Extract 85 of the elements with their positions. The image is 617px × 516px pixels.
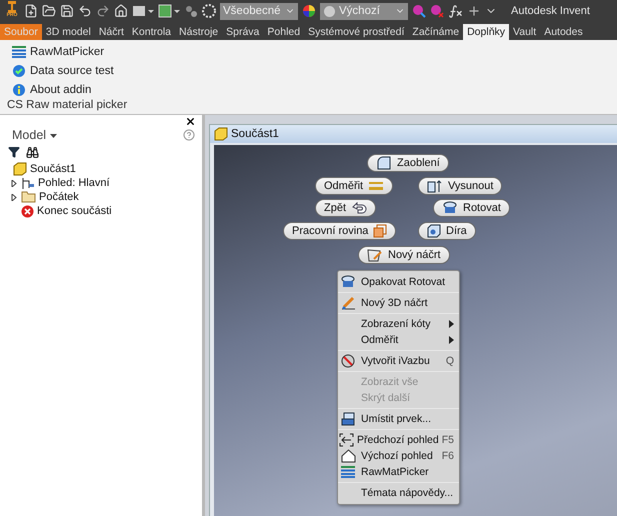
revolve-icon [442, 201, 458, 215]
ribbon-command[interactable]: Data source test [12, 62, 114, 80]
undo-icon [351, 202, 368, 214]
previous-view-icon [338, 433, 354, 447]
table-icon[interactable] [158, 4, 180, 18]
new-file-icon[interactable] [24, 4, 38, 18]
sphere-icon [323, 4, 336, 18]
appearance-icon[interactable] [412, 4, 426, 18]
window-icon[interactable] [132, 4, 154, 18]
info-icon [12, 82, 26, 97]
tree-item[interactable]: Pohled: Hlavní [38, 177, 110, 189]
tab[interactable]: Systémové prostředí [304, 24, 408, 40]
menu-item[interactable]: Zobrazení kóty [338, 316, 459, 332]
plus-icon[interactable] [467, 4, 481, 18]
menu-item[interactable]: Vytvořit iVazbu Q [338, 353, 459, 369]
component-icon[interactable] [184, 4, 198, 18]
tab[interactable]: Nástroje [175, 24, 222, 40]
fillet-icon [376, 156, 392, 170]
open-folder-icon[interactable] [42, 4, 56, 18]
menu-item[interactable]: RawMatPicker [338, 464, 459, 480]
clear-appearance-icon[interactable] [430, 4, 444, 18]
tab[interactable]: Začínáme [408, 24, 464, 40]
ribbon-command[interactable]: RawMatPicker [12, 43, 104, 62]
marking-menu-button[interactable]: Odměřit [315, 177, 394, 195]
menu-item[interactable]: Nový 3D náčrt [338, 295, 459, 311]
extrude-icon [427, 179, 443, 193]
tab[interactable]: Doplňky [463, 24, 510, 40]
folder-icon [21, 191, 36, 203]
collapsed-arrow-icon[interactable] [11, 194, 17, 200]
marking-menu-button[interactable]: Nový náčrt [358, 246, 450, 264]
pencil-icon [340, 296, 356, 310]
material-icon[interactable] [202, 4, 216, 18]
home-icon[interactable] [114, 4, 128, 18]
sketch-icon [367, 248, 383, 262]
constraint-icon [341, 354, 355, 368]
collapsed-arrow-icon[interactable] [11, 180, 17, 186]
ruler-icon [368, 181, 384, 191]
menu-item[interactable]: Témata nápovědy... [338, 485, 459, 501]
hole-icon [427, 224, 441, 238]
marking-menu-button[interactable]: Zpět [315, 199, 376, 217]
tab[interactable]: 3D model [42, 24, 95, 40]
color-wheel-icon[interactable] [302, 4, 316, 18]
close-icon[interactable] [185, 116, 196, 127]
marking-menu-button[interactable]: Díra [418, 222, 476, 240]
error-icon [21, 204, 34, 218]
plane-icon [373, 224, 388, 238]
caret-icon [50, 134, 57, 139]
menu-item[interactable]: Opakovat Rotovat [338, 274, 459, 290]
browser-title[interactable]: Model [12, 128, 57, 142]
tree-item[interactable]: Počátek [39, 191, 79, 203]
menu-item[interactable]: Odměřit [338, 332, 459, 348]
view-icon [21, 176, 35, 190]
tab[interactable]: Autodes [540, 24, 587, 40]
tab[interactable]: Správa [222, 24, 264, 40]
window-title: Autodesk Invent [511, 5, 590, 17]
redo-icon[interactable] [96, 4, 110, 18]
revolve-icon [340, 275, 356, 289]
tab[interactable]: Pohled [263, 24, 304, 40]
marking-menu-button[interactable]: Rotovat [433, 199, 510, 217]
save-icon[interactable] [60, 4, 74, 18]
ribbon-command[interactable]: About addin [12, 80, 92, 100]
undo-icon[interactable] [78, 4, 92, 18]
tree-item[interactable]: Součást1 [30, 163, 76, 175]
list-icon [341, 466, 355, 478]
tab[interactable]: Kontrola [128, 24, 176, 40]
tab[interactable]: Vault [509, 24, 540, 40]
cube-icon [214, 127, 228, 141]
menu-item[interactable]: Výchozí pohled F6 [338, 448, 459, 464]
binoculars-icon[interactable] [26, 146, 39, 159]
place-icon [340, 412, 356, 426]
marking-menu-button[interactable]: Vysunout [418, 177, 502, 195]
home-icon [340, 449, 356, 463]
document-title: Součást1 [231, 128, 279, 140]
list-icon [12, 46, 26, 58]
filter-icon[interactable] [8, 146, 20, 158]
marking-menu-button[interactable]: Pracovní rovina [283, 222, 396, 240]
check-circle-icon [12, 64, 26, 78]
cube-icon [13, 162, 27, 176]
tab[interactable]: Náčrt [94, 24, 128, 40]
menu-item[interactable]: Umístit prvek... [338, 411, 459, 427]
tree-item[interactable]: Konec součásti [37, 205, 112, 217]
function-icon[interactable] [448, 4, 463, 18]
menu-item[interactable]: Předchozí pohled F5 [338, 432, 459, 448]
panel-title: CS Raw material picker [7, 99, 128, 112]
marking-menu-button[interactable]: Zaoblení [367, 154, 449, 172]
